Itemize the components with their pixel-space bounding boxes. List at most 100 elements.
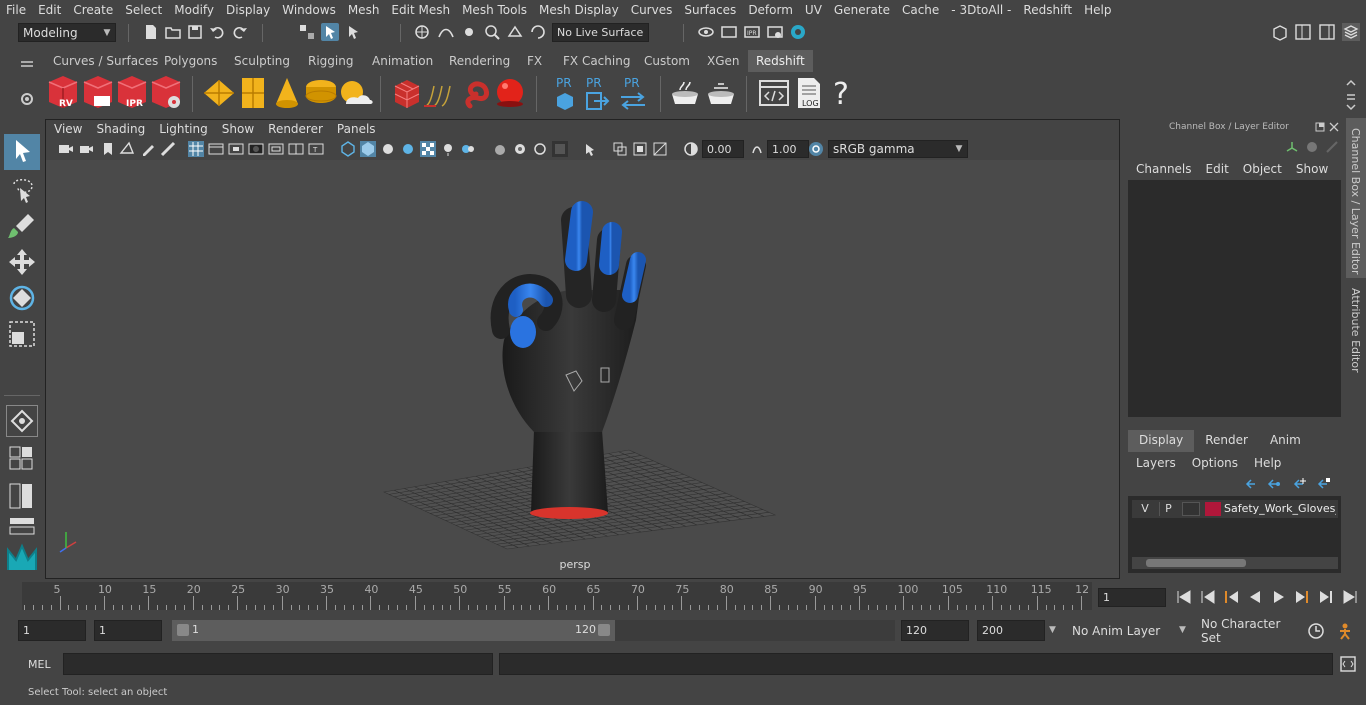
play-backward-icon[interactable] <box>1250 591 1260 603</box>
range-start-handle[interactable] <box>177 624 189 636</box>
viewport-menu-shading[interactable]: Shading <box>89 122 152 136</box>
layer-type-toggle[interactable] <box>1182 502 1200 516</box>
move-layer-up-icon[interactable] <box>1245 476 1259 490</box>
end-time-field[interactable]: 200 <box>977 620 1045 641</box>
play-forward-icon[interactable] <box>1274 591 1284 603</box>
exposure-field[interactable]: 0.00 <box>702 140 744 158</box>
float-icon[interactable] <box>1315 122 1325 132</box>
select-tool-button[interactable] <box>4 134 40 170</box>
menu-mesh-display[interactable]: Mesh Display <box>533 3 625 17</box>
gate-mask-icon[interactable] <box>248 141 264 157</box>
rs-dome-light-icon[interactable] <box>304 78 338 108</box>
select-component-icon[interactable] <box>344 23 362 41</box>
shelf-tab-sculpting[interactable]: Sculpting <box>226 50 298 72</box>
gamma-icon[interactable] <box>749 141 765 157</box>
viewport-menu-lighting[interactable]: Lighting <box>152 122 215 136</box>
shelf-scroll[interactable] <box>1344 77 1358 113</box>
menu-uv[interactable]: UV <box>799 3 828 17</box>
range-slider-track[interactable] <box>615 620 895 641</box>
shelf-tab-curves-surfaces[interactable]: Curves / Surfaces <box>45 50 166 72</box>
paint-select-icon[interactable] <box>6 210 38 242</box>
menu-curves[interactable]: Curves <box>625 3 679 17</box>
menu-cache[interactable]: Cache <box>896 3 945 17</box>
ipr-render-icon[interactable]: IPR <box>743 23 761 41</box>
manipulator-icon[interactable] <box>1285 140 1299 154</box>
time-ruler[interactable]: 5 10 15 20 25 30 35 40 45 50 55 60 65 70 75 80 85 90 95 100… <box>22 582 1092 610</box>
step-back-key-icon[interactable] <box>1201 590 1215 604</box>
channel-box-menu-object[interactable]: Object <box>1236 162 1289 178</box>
menu-create[interactable]: Create <box>67 3 119 17</box>
layer-menu-layers[interactable]: Layers <box>1128 454 1184 474</box>
viewport-menu-show[interactable]: Show <box>215 122 261 136</box>
redshift-settings-icon[interactable] <box>148 74 184 110</box>
step-back-frame-icon[interactable] <box>1225 591 1238 603</box>
3d-scene[interactable]: persp <box>46 160 1119 578</box>
scene-canvas[interactable]: persp <box>46 160 1119 578</box>
rs-pr-export-icon[interactable]: PR <box>584 75 612 113</box>
snap-live-icon[interactable] <box>529 23 547 41</box>
render-settings-icon[interactable] <box>766 23 784 41</box>
gamma-field[interactable]: 1.00 <box>767 140 809 158</box>
workspace-icon[interactable] <box>1271 23 1289 41</box>
live-surface-field[interactable]: No Live Surface <box>552 23 649 42</box>
redshift-ipr-icon[interactable]: IPR <box>114 74 150 110</box>
chevron-down-icon[interactable]: ▼ <box>1049 625 1056 635</box>
redo-icon[interactable] <box>231 23 249 41</box>
speed-icon[interactable] <box>1305 140 1319 154</box>
redshift-render-icon[interactable] <box>80 74 116 110</box>
history-icon[interactable] <box>697 23 715 41</box>
wireframe-on-shaded-icon[interactable] <box>380 141 396 157</box>
rs-pr-swap-icon[interactable]: PR <box>618 75 648 113</box>
snap-point-icon[interactable] <box>460 23 478 41</box>
viewport-menu-view[interactable]: View <box>47 122 89 136</box>
step-forward-frame-icon[interactable] <box>1296 591 1308 603</box>
character-set-dropdown[interactable]: No Character Set <box>1197 617 1297 645</box>
script-editor-icon[interactable] <box>1339 655 1357 673</box>
outliner-layout-icon[interactable] <box>8 516 36 536</box>
menu-help[interactable]: Help <box>1078 3 1117 17</box>
snap-view-icon[interactable] <box>483 23 501 41</box>
redshift-rv-icon[interactable]: RV <box>45 74 81 110</box>
shelf-tab-polygons[interactable]: Polygons <box>156 50 225 72</box>
shelf-tab-fx[interactable]: FX <box>519 50 550 72</box>
select-hierarchy-icon[interactable] <box>298 23 316 41</box>
rs-spot-light-icon[interactable] <box>270 76 304 110</box>
shelf-tab-fx-caching[interactable]: FX Caching <box>555 50 638 72</box>
menu-deform[interactable]: Deform <box>742 3 799 17</box>
four-view-icon[interactable] <box>8 482 36 510</box>
resolution-gate-icon[interactable] <box>228 141 244 157</box>
new-layer-icon[interactable] <box>1293 476 1307 490</box>
menu-mesh[interactable]: Mesh <box>342 3 386 17</box>
move-tool-icon[interactable] <box>6 246 38 278</box>
layer-visibility-toggle[interactable]: V <box>1136 502 1154 516</box>
layer-name[interactable]: Safety_Work_Gloves_C <box>1224 502 1336 515</box>
go-to-end-icon[interactable] <box>1343 590 1357 604</box>
rs-sun-sky-icon[interactable] <box>338 78 374 108</box>
color-management-icon[interactable] <box>808 141 824 157</box>
rs-light-icon[interactable] <box>202 78 236 108</box>
shelf-tab-rendering[interactable]: Rendering <box>441 50 518 72</box>
rs-script-icon[interactable] <box>758 78 790 108</box>
two-sided-icon[interactable] <box>652 141 668 157</box>
shelf-tab-xgen[interactable]: XGen <box>699 50 748 72</box>
snap-curve-icon[interactable] <box>437 23 455 41</box>
hud-icon[interactable] <box>552 141 568 157</box>
current-frame-field[interactable]: 1 <box>1098 588 1166 607</box>
menu-3dtoall[interactable]: - 3DtoAll - <box>945 3 1017 17</box>
frame-selected-icon[interactable] <box>632 141 648 157</box>
rs-hair-icon[interactable] <box>424 80 458 110</box>
layer-scrollbar[interactable] <box>1132 557 1338 569</box>
menu-modify[interactable]: Modify <box>168 3 220 17</box>
film-gate-icon[interactable] <box>208 141 224 157</box>
toggle-channelbox-icon[interactable] <box>1342 23 1360 41</box>
scale-tool-icon[interactable] <box>6 318 38 350</box>
snap-surface-icon[interactable] <box>506 23 524 41</box>
viewport-menu-panels[interactable]: Panels <box>330 122 383 136</box>
rs-proxy-icon[interactable] <box>392 78 422 110</box>
layer-tab-render[interactable]: Render <box>1194 430 1259 452</box>
rs-log-icon[interactable]: LOG <box>794 76 824 110</box>
snap-grid-icon[interactable] <box>413 23 431 41</box>
rs-volume-icon[interactable] <box>462 76 496 110</box>
toggle-outliner-icon[interactable] <box>1294 23 1312 41</box>
ruler-icon[interactable] <box>160 141 176 157</box>
